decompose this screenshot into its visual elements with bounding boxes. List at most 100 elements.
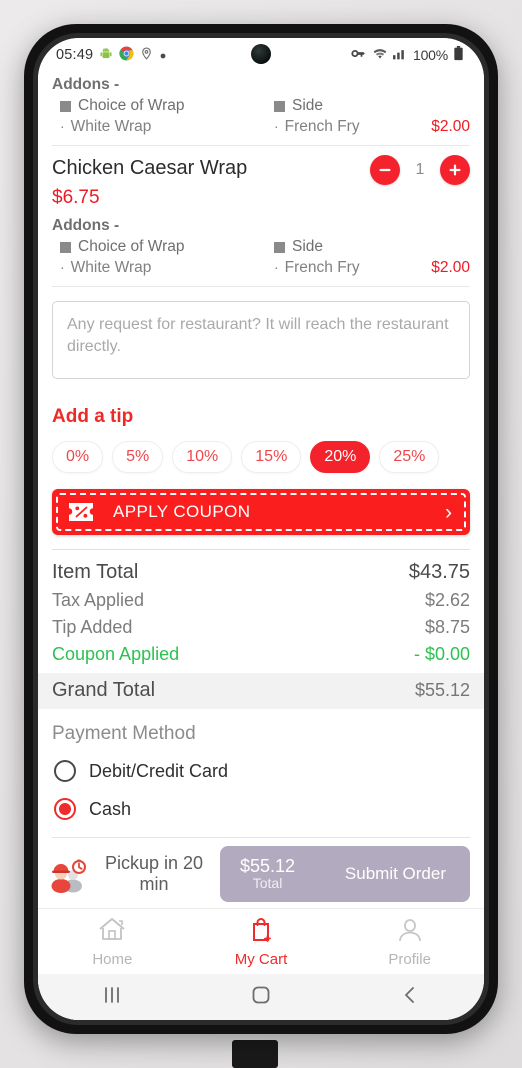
submit-amount: $55.12: [240, 856, 296, 877]
location-pin-icon: [140, 47, 153, 63]
radio-cash[interactable]: [54, 798, 76, 820]
nav-label-profile: Profile: [388, 950, 431, 968]
summary-row-coupon: Coupon Applied - $0.00: [52, 641, 470, 668]
vpn-key-icon: [350, 47, 367, 63]
tip-option-10[interactable]: 10%: [172, 441, 233, 473]
tip-option-0[interactable]: 0%: [52, 441, 104, 473]
pickup-eta-text: Pickup in 20 min: [104, 853, 204, 894]
divider: [52, 837, 470, 838]
special-request-input[interactable]: [52, 301, 470, 379]
summary-value: $55.12: [414, 680, 470, 700]
summary-value: - $0.00: [413, 644, 470, 664]
minus-icon: [377, 162, 393, 178]
submit-total-label: Total: [252, 875, 283, 892]
submit-order-button[interactable]: $55.12 Total Submit Order: [220, 846, 470, 902]
summary-label: Tip Added: [52, 617, 133, 637]
addon-group-title: Side: [266, 96, 470, 116]
nav-item-profile[interactable]: Profile: [335, 909, 484, 974]
submit-total-group: $55.12 Total: [240, 857, 295, 891]
addon-group: Choice of Wrap · White Wrap: [52, 96, 256, 139]
coupon-section: APPLY COUPON ›: [38, 473, 484, 535]
cart-item: Chicken Caesar Wrap 1 $6.75 Addons - Cho…: [38, 146, 484, 287]
addon-group-title: Choice of Wrap: [52, 96, 256, 116]
radio-card[interactable]: [54, 760, 76, 782]
cart-scroll-area[interactable]: Addons - Choice of Wrap · White Wrap Sid…: [38, 72, 484, 840]
dot-bullet-icon: ·: [60, 118, 65, 134]
addon-group-title: Choice of Wrap: [52, 237, 256, 257]
status-time: 05:49: [56, 47, 94, 63]
addon-option: · White Wrap: [52, 116, 256, 139]
summary-row-tip: Tip Added $8.75: [52, 614, 470, 641]
payment-option-label: Debit/Credit Card: [89, 760, 229, 781]
cart-item-header: Chicken Caesar Wrap 1: [52, 146, 470, 185]
addon-title-text: Side: [292, 238, 324, 255]
dot-bullet-icon: ·: [274, 118, 279, 134]
submit-order-bar: Pickup in 20 min $55.12 Total Submit Ord…: [38, 840, 484, 908]
dot-bullet-icon: ·: [274, 259, 279, 275]
coupon-ticket-icon: [67, 501, 95, 523]
android-system-navigation: [38, 974, 484, 1020]
wifi-icon: [372, 47, 388, 63]
nav-item-my-cart[interactable]: My Cart: [187, 909, 336, 974]
status-bar-right: 100%: [350, 46, 464, 64]
addon-option-text: White Wrap: [70, 118, 152, 135]
person-icon: [395, 916, 425, 948]
decrease-quantity-button[interactable]: [370, 155, 400, 185]
coupon-label: APPLY COUPON: [113, 502, 251, 521]
home-button[interactable]: [187, 984, 336, 1011]
plus-icon: [447, 162, 463, 178]
addon-option: · White Wrap: [52, 257, 256, 280]
summary-label: Item Total: [52, 561, 139, 583]
recents-icon: [101, 986, 123, 1009]
payment-option-label: Cash: [89, 798, 132, 819]
summary-row-grand-total: Grand Total $55.12: [38, 673, 484, 709]
nav-item-home[interactable]: Home: [38, 909, 187, 974]
tip-option-5[interactable]: 5%: [112, 441, 164, 473]
square-bullet-icon: [274, 241, 285, 253]
addon-title-text: Choice of Wrap: [78, 238, 185, 255]
addon-option: · French Fry $2.00: [266, 116, 470, 139]
tip-title: Add a tip: [52, 406, 134, 427]
square-bullet-icon: [60, 241, 71, 253]
order-summary: Item Total $43.75 Tax Applied $2.62 Tip …: [38, 535, 484, 709]
battery-icon: [453, 46, 464, 64]
increase-quantity-button[interactable]: [440, 155, 470, 185]
phone-bezel: 05:49 100% Addons - Choice of Wrap · Whi…: [33, 33, 489, 1025]
payment-option-card[interactable]: Debit/Credit Card: [52, 752, 470, 790]
battery-percentage: 100%: [412, 47, 448, 63]
tip-options: 0% 5% 10% 15% 20% 25%: [52, 441, 470, 473]
addon-group: Side · French Fry $2.00: [266, 237, 470, 280]
screenshot-scene: 05:49 100% Addons - Choice of Wrap · Whi…: [0, 0, 522, 1068]
cart-item-previous: Addons - Choice of Wrap · White Wrap Sid…: [38, 72, 484, 146]
chrome-icon: [119, 46, 134, 64]
app-container: Addons - Choice of Wrap · White Wrap Sid…: [38, 72, 484, 1020]
back-button[interactable]: [335, 985, 484, 1010]
tip-option-15[interactable]: 15%: [241, 441, 302, 473]
nav-label-home: Home: [92, 950, 133, 968]
divider: [52, 549, 470, 550]
apply-coupon-button[interactable]: APPLY COUPON ›: [52, 489, 470, 535]
addon-option-text: French Fry: [284, 259, 360, 276]
android-icon: [99, 47, 113, 64]
phone-screen: 05:49 100% Addons - Choice of Wrap · Whi…: [38, 38, 484, 1020]
summary-label: Grand Total: [52, 679, 156, 701]
dot-icon: [159, 47, 167, 63]
addon-option-text: White Wrap: [70, 259, 152, 276]
addons-label: Addons -: [52, 217, 120, 234]
summary-value: $8.75: [424, 617, 470, 637]
bottom-navigation: Home My Cart Profile: [38, 908, 484, 974]
addons-label: Addons -: [52, 76, 120, 93]
status-bar: 05:49 100%: [38, 38, 484, 72]
addon-option: · French Fry $2.00: [266, 257, 470, 280]
summary-label: Coupon Applied: [52, 644, 180, 664]
addon-title-text: Side: [292, 97, 324, 114]
cart-item-name: Chicken Caesar Wrap: [52, 157, 248, 179]
tip-option-25[interactable]: 25%: [379, 441, 440, 473]
square-bullet-icon: [60, 100, 71, 112]
recents-button[interactable]: [38, 986, 187, 1009]
payment-option-cash[interactable]: Cash: [52, 790, 470, 828]
nav-label-my-cart: My Cart: [234, 950, 288, 968]
addon-option-price: $2.00: [431, 259, 470, 276]
quantity-stepper: 1: [370, 155, 470, 185]
tip-option-20[interactable]: 20%: [310, 441, 371, 473]
